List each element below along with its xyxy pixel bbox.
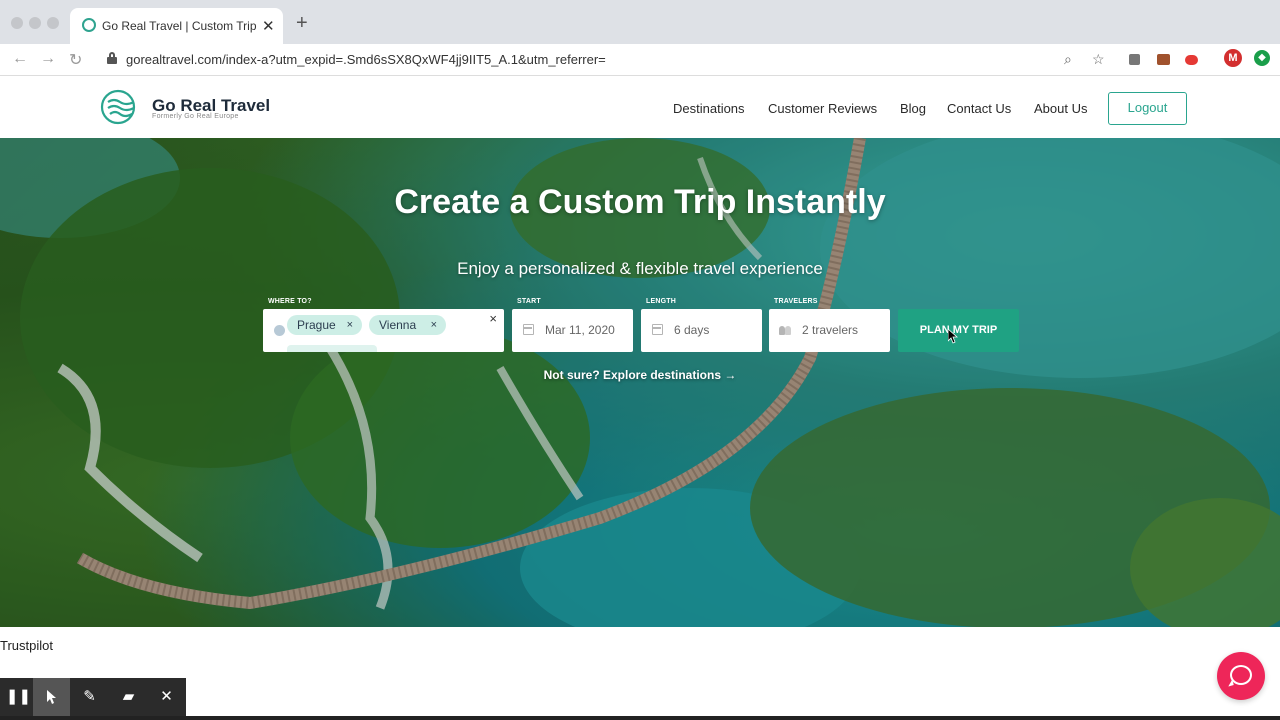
logout-button[interactable]: Logout <box>1108 92 1187 125</box>
destination-chip-prague[interactable]: Prague × <box>287 315 362 335</box>
location-icon <box>274 325 285 336</box>
travelers-field[interactable]: 2 travelers <box>769 309 890 352</box>
browser-tab-bar: Go Real Travel | Custom Trip Planner ✕ + <box>0 0 1280 44</box>
destination-chip-partial <box>287 345 377 352</box>
nav-contact-us[interactable]: Contact Us <box>947 101 1011 116</box>
address-bar[interactable]: gorealtravel.com/index-a?utm_expid=.Smd6… <box>126 52 606 67</box>
plan-my-trip-button[interactable]: PLAN MY TRIP <box>898 309 1019 352</box>
pointer-tool-button[interactable] <box>33 678 70 716</box>
extension-cube-icon[interactable] <box>1129 54 1140 65</box>
extension-calendar-icon[interactable] <box>1157 54 1170 65</box>
pen-tool-button[interactable]: ✎ <box>71 678 108 716</box>
hero-title: Create a Custom Trip Instantly <box>394 183 886 221</box>
calendar-icon <box>652 324 663 335</box>
start-date-value: Mar 11, 2020 <box>545 323 615 337</box>
trip-length-value: 6 days <box>674 323 710 337</box>
travelers-value: 2 travelers <box>802 323 859 337</box>
nav-about-us[interactable]: About Us <box>1034 101 1087 116</box>
site-header: Go Real Travel Formerly Go Real Europe D… <box>0 77 1280 138</box>
trustpilot-widget[interactable]: Trustpilot <box>0 638 53 653</box>
start-date-field[interactable]: Mar 11, 2020 <box>512 309 633 352</box>
calendar-icon <box>523 324 534 335</box>
destination-chip-vienna[interactable]: Vienna × <box>369 315 446 335</box>
logo-tagline: Formerly Go Real Europe <box>152 113 239 120</box>
window-close-dot[interactable] <box>11 17 23 29</box>
extension-green-icon[interactable]: ◆ <box>1254 50 1270 66</box>
zoom-icon[interactable]: ⌕ <box>1064 51 1072 68</box>
chat-launcher-button[interactable] <box>1217 652 1265 700</box>
screen-bottom-edge <box>0 716 1280 720</box>
close-recorder-button[interactable]: ✕ <box>148 678 185 716</box>
bookmark-star-icon[interactable]: ☆ <box>1092 51 1105 68</box>
tab-title: Go Real Travel | Custom Trip Planner <box>102 19 258 33</box>
chip-remove-icon[interactable]: × <box>431 315 437 335</box>
people-icon <box>779 324 793 335</box>
new-tab-button[interactable]: + <box>296 13 308 33</box>
browser-toolbar: ← → ↻ gorealtravel.com/index-a?utm_expid… <box>0 44 1280 76</box>
chip-label: Prague <box>297 318 336 332</box>
back-button[interactable]: ← <box>12 50 28 68</box>
mouse-cursor-icon <box>948 329 958 344</box>
pointer-icon <box>46 690 56 704</box>
tab-close-icon[interactable]: ✕ <box>262 17 275 35</box>
reload-button[interactable]: ↻ <box>69 50 82 70</box>
length-label: LENGTH <box>646 298 676 305</box>
clear-destinations-icon[interactable]: × <box>489 311 497 326</box>
where-to-field[interactable]: Prague × Vienna × × <box>263 309 504 352</box>
chip-remove-icon[interactable]: × <box>347 315 353 335</box>
recorder-toolbar: ❚❚ ✎ ▰ ✕ <box>0 678 186 716</box>
browser-tab-active[interactable]: Go Real Travel | Custom Trip Planner ✕ <box>70 8 283 44</box>
highlighter-tool-button[interactable]: ▰ <box>110 678 147 716</box>
travelers-label: TRAVELERS <box>774 298 818 305</box>
lock-icon[interactable] <box>107 52 117 64</box>
nav-blog[interactable]: Blog <box>900 101 926 116</box>
trip-length-field[interactable]: 6 days <box>641 309 762 352</box>
logo-waves-icon[interactable] <box>100 89 138 125</box>
profile-avatar-icon[interactable]: M <box>1224 49 1242 67</box>
explore-destinations-link[interactable]: Not sure? Explore destinations → <box>0 368 1280 382</box>
where-label: WHERE TO? <box>268 298 312 305</box>
start-label: START <box>517 298 541 305</box>
nav-destinations[interactable]: Destinations <box>673 101 745 116</box>
chip-label: Vienna <box>379 318 417 332</box>
window-minimize-dot[interactable] <box>29 17 41 29</box>
nav-customer-reviews[interactable]: Customer Reviews <box>768 101 877 116</box>
window-zoom-dot[interactable] <box>47 17 59 29</box>
extension-record-icon[interactable] <box>1185 55 1198 65</box>
pause-recording-button[interactable]: ❚❚ <box>0 678 37 716</box>
hero-section: Create a Custom Trip Instantly Enjoy a p… <box>0 138 1280 627</box>
forward-button[interactable]: → <box>40 50 56 68</box>
site-favicon-icon <box>82 18 96 32</box>
hero-subtitle: Enjoy a personalized & flexible travel e… <box>457 259 823 278</box>
